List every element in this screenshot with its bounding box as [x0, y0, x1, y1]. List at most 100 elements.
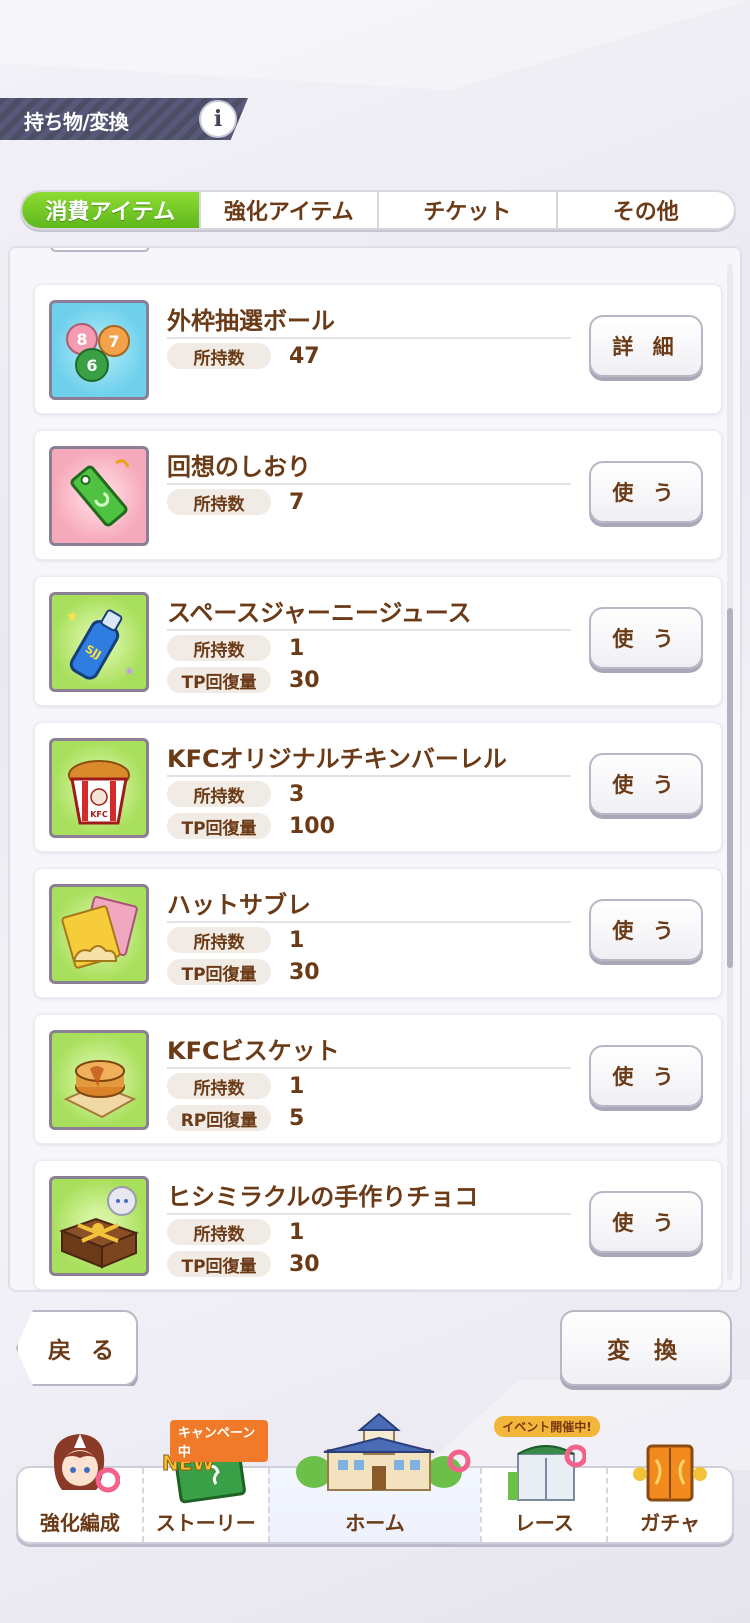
svg-text:7: 7 [108, 332, 119, 351]
divider [167, 775, 571, 777]
use-button[interactable]: 使 う [589, 1191, 703, 1253]
stat-label: 所持数 [167, 489, 271, 515]
stat-label: 所持数 [167, 1219, 271, 1245]
scrollbar[interactable] [727, 264, 733, 1280]
stat-value: 5 [289, 1105, 305, 1131]
divider [167, 483, 571, 485]
stat-row: 所持数 47 [167, 343, 320, 369]
nav-label: ガチャ [640, 1511, 700, 1535]
chocolate-box-icon [49, 1176, 149, 1276]
nav-label: ストーリー [155, 1511, 256, 1535]
stat-row: TP回復量 30 [167, 667, 320, 693]
divider [167, 337, 571, 339]
stat-value: 47 [289, 343, 320, 369]
bookmark-icon [49, 446, 149, 546]
detail-button[interactable]: 詳 細 [589, 315, 703, 377]
stat-value: 1 [289, 1073, 305, 1099]
tab-consumables[interactable]: 消費アイテム [22, 192, 199, 228]
svg-text:6: 6 [86, 356, 97, 375]
tab-other[interactable]: その他 [555, 192, 735, 228]
stat-row: TP回復量 30 [167, 1251, 320, 1277]
stat-row: TP回復量 100 [167, 813, 335, 839]
character-icon [53, 1434, 120, 1493]
use-button[interactable]: 使 う [589, 461, 703, 523]
stat-value: 1 [289, 927, 305, 953]
item-list[interactable]: 8 7 6 外枠抽選ボール 所持数 47 詳 細 回想のしおり 所持数 7 使 … [8, 246, 742, 1292]
gacha-door-icon [633, 1444, 708, 1502]
stat-row: 所持数 1 [167, 635, 304, 661]
stat-row: TP回復量 30 [167, 959, 320, 985]
tab-enhancement[interactable]: 強化アイテム [198, 192, 378, 228]
nav-item-race[interactable]: イベント開催中! レース [480, 1416, 606, 1542]
nav-label: レース [514, 1511, 574, 1535]
previous-item-edge [50, 248, 150, 252]
background-shape [0, 0, 750, 90]
info-icon[interactable]: i [199, 100, 237, 138]
use-button[interactable]: 使 う [589, 899, 703, 961]
tab-tickets[interactable]: チケット [377, 192, 556, 228]
bottom-navigation: 強化編成 NEW キャンペーン中 ストーリー ホーム イベント開催中! レース … [16, 1412, 734, 1544]
svg-text:★: ★ [66, 609, 79, 625]
use-button[interactable]: 使 う [589, 607, 703, 669]
divider [167, 1067, 571, 1069]
nav-item-gacha[interactable]: ガチャ [606, 1444, 732, 1542]
nav-label: ホーム [345, 1511, 405, 1535]
category-tabs: 消費アイテム 強化アイテム チケット その他 [20, 190, 736, 230]
svg-text:★: ★ [124, 664, 135, 678]
stat-label: TP回復量 [167, 1251, 271, 1277]
list-item: KFCビスケット 所持数 1 RP回復量 5 使 う [34, 1014, 722, 1144]
stat-label: RP回復量 [167, 1105, 271, 1131]
divider [167, 1213, 571, 1215]
stat-value: 30 [289, 959, 320, 985]
divider [167, 921, 571, 923]
list-item: SJJ ★ ★ スペースジャーニージュース 所持数 1 TP回復量 30 使 う [34, 576, 722, 706]
event-badge: イベント開催中! [494, 1416, 600, 1437]
stat-label: 所持数 [167, 343, 271, 369]
use-button[interactable]: 使 う [589, 1045, 703, 1107]
stat-row: 所持数 3 [167, 781, 304, 807]
list-item: 8 7 6 外枠抽選ボール 所持数 47 詳 細 [34, 284, 722, 414]
stat-row: RP回復量 5 [167, 1105, 304, 1131]
nav-item-enhance[interactable]: 強化編成 [18, 1434, 142, 1542]
item-name: スペースジャーニージュース [167, 599, 472, 627]
stat-value: 100 [289, 813, 335, 839]
svg-text:8: 8 [76, 330, 87, 349]
scrollbar-thumb[interactable] [727, 608, 733, 968]
item-name: ハットサブレ [167, 891, 311, 919]
back-button[interactable]: 戻 る [16, 1310, 138, 1386]
list-item: ハットサブレ 所持数 1 TP回復量 30 使 う [34, 868, 722, 998]
nav-item-story[interactable]: NEW キャンペーン中 ストーリー [141, 1420, 268, 1542]
cookie-pack-icon [49, 884, 149, 984]
stat-label: TP回復量 [167, 959, 271, 985]
nav-label: 強化編成 [39, 1511, 120, 1535]
school-building-icon [295, 1412, 462, 1491]
use-button[interactable]: 使 う [589, 753, 703, 815]
stat-row: 所持数 7 [167, 489, 304, 515]
stat-value: 3 [289, 781, 305, 807]
stat-row: 所持数 1 [167, 1219, 304, 1245]
lottery-balls-icon: 8 7 6 [49, 300, 149, 400]
stat-value: 30 [289, 667, 320, 693]
stat-value: 1 [289, 1219, 305, 1245]
stat-label: TP回復量 [167, 813, 271, 839]
stat-value: 30 [289, 1251, 320, 1277]
convert-button[interactable]: 変 換 [560, 1310, 732, 1386]
item-name: KFCオリジナルチキンバーレル [167, 745, 507, 773]
biscuit-icon [49, 1030, 149, 1130]
stat-row: 所持数 1 [167, 927, 304, 953]
stat-value: 1 [289, 635, 305, 661]
item-name: 回想のしおり [167, 453, 311, 481]
svg-text:KFC: KFC [90, 810, 108, 819]
juice-bottle-icon: SJJ ★ ★ [49, 592, 149, 692]
nav-item-home[interactable]: ホーム [267, 1412, 481, 1542]
divider [167, 629, 571, 631]
horseshoe-icon [447, 1449, 471, 1473]
stat-label: 所持数 [167, 927, 271, 953]
list-item: KFC KFCオリジナルチキンバーレル 所持数 3 TP回復量 100 使 う [34, 722, 722, 852]
race-gate-icon [508, 1444, 587, 1501]
chicken-bucket-icon: KFC [49, 738, 149, 838]
stat-label: 所持数 [167, 1073, 271, 1099]
campaign-badge: キャンペーン中 [169, 1420, 268, 1462]
stat-row: 所持数 1 [167, 1073, 304, 1099]
stat-label: 所持数 [167, 781, 271, 807]
